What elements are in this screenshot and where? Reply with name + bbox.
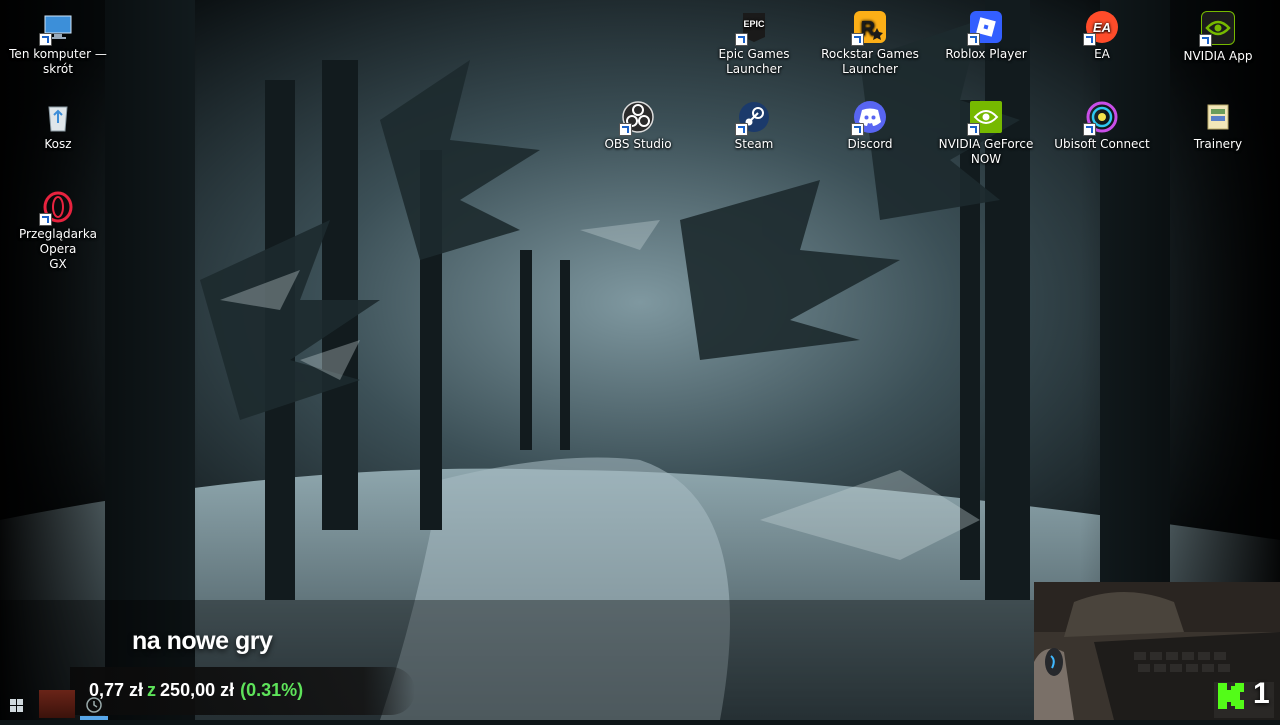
desktop-icon-label: Ten komputer — skrót [9,47,107,76]
taskbar-app-clock[interactable] [83,694,105,716]
desktop-icon-steam[interactable]: Steam [702,94,806,152]
start-button[interactable] [0,690,34,720]
desktop-icon-obs-studio[interactable]: OBS Studio [586,94,690,152]
desktop-icon-label: NVIDIA GeForce NOW [938,137,1034,166]
epic-games-icon: EPIC [735,11,770,46]
kick-logo-icon [1216,681,1246,711]
taskbar-app-game[interactable] [39,690,75,718]
steam-icon [735,101,770,136]
desktop-icon-discord[interactable]: Discord [818,94,922,152]
donation-separator: z [147,680,157,700]
svg-text:EA: EA [1093,20,1111,34]
desktop-icon-epic-games[interactable]: EPIC Epic Games Launcher [702,4,806,77]
nvidia-app-icon [1199,11,1235,47]
windows-logo-icon [10,699,23,712]
donation-goal: 250,00 zł [160,680,235,700]
rockstar-icon: R [851,11,886,46]
roblox-icon [967,11,1002,46]
desktop-icon-geforce-now[interactable]: NVIDIA GeForce NOW [934,94,1038,167]
desktop-icon-ubisoft[interactable]: Ubisoft Connect [1050,94,1154,152]
desktop-icon-nvidia-app[interactable]: NVIDIA App [1166,4,1270,64]
desktop-icon-roblox[interactable]: Roblox Player [934,4,1038,62]
discord-icon [851,101,886,136]
desktop-icon-this-pc[interactable]: Ten komputer — skrót [6,4,110,77]
desktop-icon-label: NVIDIA App [1183,49,1253,63]
desktop-icon-opera-gx[interactable]: Przeglądarka Opera GX [6,184,110,272]
donation-goal-text: 0,77 zł z 250,00 zł (0.31%) [89,680,303,701]
desktop-icon-label: Roblox Player [945,47,1027,61]
computer-icon [39,11,74,46]
ea-icon: EA [1083,11,1118,46]
desktop-icon-label: OBS Studio [604,137,672,151]
desktop-icon-label: Ubisoft Connect [1054,137,1150,151]
desktop-icon-rockstar[interactable]: R Rockstar Games Launcher [818,4,922,77]
recycle-bin-icon [42,101,74,133]
desktop-icon-label: Rockstar Games Launcher [821,47,919,76]
desktop-icon-trainery[interactable]: Trainery [1166,94,1270,152]
opera-gx-icon [39,191,74,226]
folder-icon [1202,101,1234,133]
desktop-icon-label: EA [1094,47,1110,61]
desktop-icon-ea[interactable]: EA EA [1050,4,1154,62]
obs-icon [619,101,654,136]
cam-counter: 1 [1253,677,1270,710]
geforce-now-icon [967,101,1002,136]
svg-text:EPIC: EPIC [743,19,765,29]
ubisoft-icon [1083,101,1118,136]
taskbar-active-indicator [80,716,108,720]
desktop-icon-label: Trainery [1193,137,1243,151]
desktop-icon-label: Steam [734,137,774,151]
desktop-icon-label: Kosz [44,137,72,151]
donation-percent: (0.31%) [240,680,304,700]
stream-banner-text: na nowe gry [132,627,273,655]
desktop-icon-recycle-bin[interactable]: Kosz [6,94,110,152]
desktop-icon-label: Discord [847,137,893,151]
desktop-icon-label: Epic Games Launcher [718,47,790,76]
clock-app-icon [86,697,102,713]
desktop-icon-label: Przeglądarka Opera GX [19,227,97,271]
